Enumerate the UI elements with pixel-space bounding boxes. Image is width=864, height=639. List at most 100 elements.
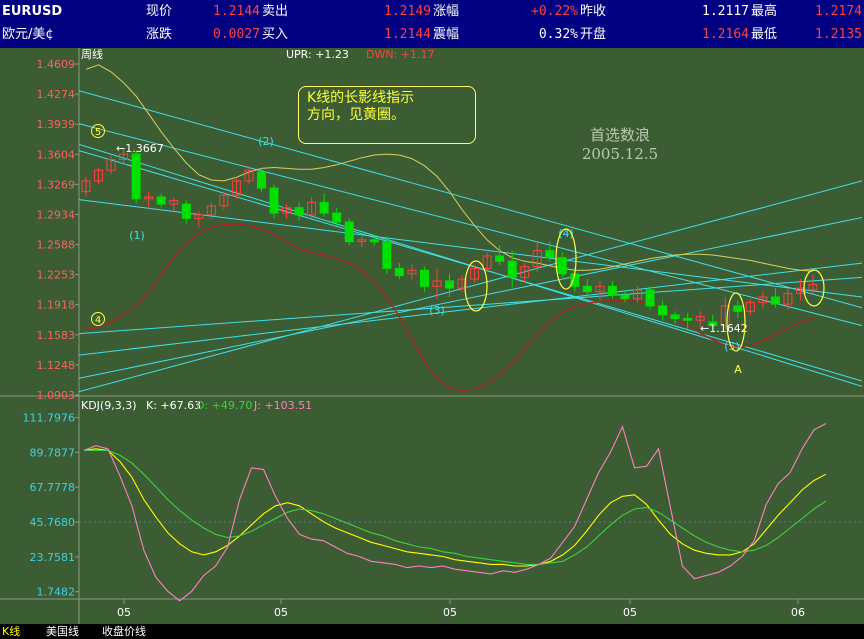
- kdj-y-tick: 23.7581: [30, 551, 76, 564]
- candle-body: [495, 255, 505, 262]
- quote-label: 现价: [146, 4, 173, 19]
- wave-label: (1): [129, 229, 145, 242]
- quote-label: 最高: [751, 4, 778, 19]
- low-price-label: ←1.1642: [700, 322, 748, 335]
- tab-us-line[interactable]: 美国线: [46, 624, 79, 639]
- quote-label: 涨跌: [146, 27, 173, 42]
- wave-label: 5: [95, 127, 101, 138]
- y-tick-label: 1.2253: [37, 269, 76, 282]
- candle-body: [344, 221, 354, 243]
- quote-label: 买入: [262, 27, 289, 42]
- candle-body: [582, 285, 592, 293]
- candle-body: [670, 314, 680, 319]
- candle-body: [770, 296, 780, 305]
- watermark-line-2: 2005.12.5: [581, 145, 659, 163]
- candle-body: [658, 305, 668, 316]
- quote-label: 涨幅: [433, 4, 460, 19]
- quote-value: 0.32%: [538, 27, 578, 42]
- indicator-label: UPR: +1.23: [286, 48, 349, 61]
- kdj-y-tick: 89.7877: [30, 446, 76, 459]
- chart-type-tabs: K线 美国线 收盘价线: [0, 624, 864, 639]
- y-tick-label: 1.2934: [37, 208, 76, 221]
- candle-body: [382, 241, 392, 269]
- candle-body: [394, 267, 404, 277]
- candle-body: [545, 250, 555, 259]
- symbol-label: EURUSD: [2, 4, 63, 19]
- kdj-line-k: [83, 448, 827, 567]
- kdj-y-tick: 45.7680: [30, 516, 76, 529]
- kdj-y-tick: 111.7976: [23, 411, 76, 424]
- candle-body: [557, 257, 567, 275]
- y-tick-label: 1.1918: [37, 299, 76, 312]
- trendline: [79, 217, 862, 379]
- wave-label: (2): [258, 135, 274, 148]
- x-tick-label: 05: [443, 606, 457, 619]
- quote-label: 卖出: [262, 4, 289, 19]
- kdj-title: KDJ(9,3,3): [81, 399, 137, 412]
- quote-value: 0.0027: [213, 27, 260, 42]
- quote-value: 1.2135: [815, 27, 862, 42]
- watermark-line-1: 首选数浪: [589, 126, 650, 144]
- candle-body: [620, 294, 630, 300]
- quote-label: 昨收: [580, 4, 607, 19]
- y-tick-label: 1.1248: [37, 359, 76, 372]
- candle-body: [683, 317, 693, 321]
- highlight-ellipse: [803, 269, 825, 307]
- candle-body: [332, 212, 342, 223]
- pair-name-label: 欧元/美¢: [2, 27, 54, 42]
- x-tick-label: 05: [117, 606, 131, 619]
- candle-body: [507, 260, 517, 278]
- quote-value: +0.22%: [531, 4, 578, 19]
- candle-body: [269, 187, 279, 214]
- wave-label: 4: [95, 315, 101, 326]
- quote-value: 1.2144: [213, 4, 260, 19]
- main-chart-title: 周线: [81, 48, 103, 61]
- y-tick-label: 1.2588: [37, 239, 76, 252]
- indicator-label-2: DWN: +1.17: [366, 48, 435, 61]
- quote-bar: EURUSD 欧元/美¢ 现价 1.2144 卖出 1.2149 涨幅 +0.22% 昨收 1…: [0, 0, 864, 48]
- candle-body: [131, 153, 141, 200]
- quote-value: 1.2149: [384, 4, 431, 19]
- candle-body: [294, 207, 304, 216]
- trendline: [79, 199, 862, 298]
- wave-label: (3): [429, 304, 445, 317]
- kdj-legend: J: +103.51: [253, 399, 312, 412]
- kdj-y-tick: 67.7778: [30, 481, 76, 494]
- candle-body: [256, 171, 266, 189]
- y-tick-label: 1.3604: [37, 148, 76, 161]
- candle-body: [156, 196, 166, 205]
- quote-value: 1.2174: [815, 4, 862, 19]
- kdj-line-d: [84, 449, 827, 565]
- candle-body: [733, 305, 743, 312]
- high-price-label: ←1.3667: [116, 142, 164, 155]
- candle-body: [369, 239, 379, 243]
- watermark: 首选数浪 2005.12.5: [560, 126, 680, 164]
- candle-body: [181, 203, 191, 219]
- tab-kline[interactable]: K线: [2, 624, 20, 639]
- x-tick-label: 05: [623, 606, 637, 619]
- quote-value: 1.2164: [702, 27, 749, 42]
- kdj-y-tick: 1.7482: [37, 586, 76, 599]
- candle-body: [419, 269, 429, 287]
- kdj-legend: K: +67.63: [146, 399, 201, 412]
- y-tick-label: 1.3269: [37, 178, 76, 191]
- candle-body: [319, 201, 329, 214]
- annotation-line-1: K线的长影线指示: [307, 90, 415, 106]
- quote-label: 震幅: [433, 27, 460, 42]
- kdj-legend: D: +49.70: [196, 399, 252, 412]
- quote-label: 最低: [751, 27, 778, 42]
- trendline: [79, 123, 862, 327]
- quote-value: 1.2144: [384, 27, 431, 42]
- y-tick-label: 1.1583: [37, 329, 76, 342]
- annotation-box: K线的长影线指示 方向，见黄圈。: [298, 86, 476, 144]
- y-tick-label: 1.4274: [37, 88, 76, 101]
- candle-body: [607, 285, 617, 296]
- kdj-line-j: [83, 423, 827, 602]
- candle-body: [645, 289, 655, 307]
- quote-value: 1.2117: [702, 4, 749, 19]
- annotation-line-2: 方向，见黄圈。: [307, 107, 405, 123]
- x-tick-label: 06: [791, 606, 805, 619]
- candle-body: [445, 280, 454, 289]
- tab-close-line[interactable]: 收盘价线: [102, 624, 146, 639]
- wave-label: A: [734, 363, 742, 376]
